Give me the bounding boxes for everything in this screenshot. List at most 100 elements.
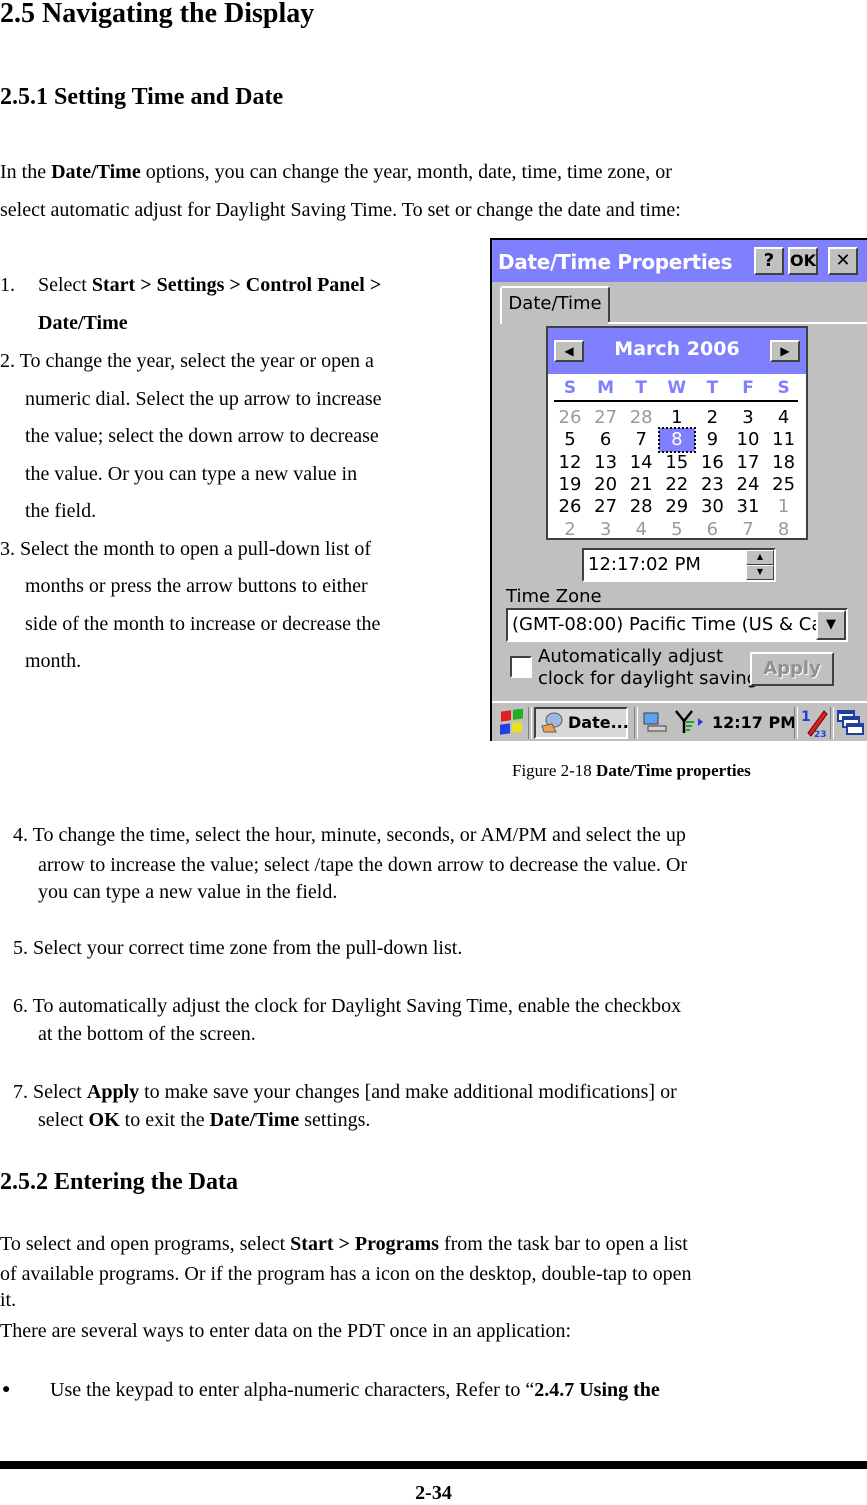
weekday-header: W (667, 378, 687, 398)
calendar-day[interactable]: 26 (552, 406, 588, 430)
next-month-button[interactable]: ▶ (770, 340, 800, 362)
calendar-day[interactable]: 21 (623, 473, 659, 497)
calendar-day[interactable]: 9 (694, 428, 730, 452)
step-2-line-5: the field. (25, 500, 97, 522)
calendar-day[interactable]: 8 (766, 518, 802, 542)
calendar-day[interactable]: 15 (659, 451, 695, 475)
calendar-day[interactable]: 5 (552, 428, 588, 452)
step-2-line-2: numeric dial. Select the up arrow to inc… (25, 388, 382, 410)
calendar-day[interactable]: 20 (588, 473, 624, 497)
calendar-day[interactable]: 3 (588, 518, 624, 542)
step-7-line-1: 7. Select Apply to make save your change… (13, 1081, 677, 1103)
calendar-day[interactable]: 10 (730, 428, 766, 452)
step-3-line-1: 3. Select the month to open a pull-down … (0, 538, 372, 560)
dst-label-line-1: Automatically adjust (538, 646, 724, 667)
timezone-dropdown-button[interactable]: ▼ (816, 610, 846, 640)
step-4-line-3: you can type a new value in the field. (38, 881, 338, 903)
taskbar-date-button[interactable]: Date... (534, 707, 629, 739)
taskbar: Date... 12:17 PM 1 23 (492, 701, 867, 741)
signal-strength-icon[interactable] (672, 709, 706, 739)
dst-checkbox-label[interactable]: Automatically adjust clock for daylight … (538, 646, 758, 690)
windows-logo-icon (500, 708, 523, 735)
calendar-day[interactable]: 19 (552, 473, 588, 497)
calendar-day[interactable]: 3 (730, 406, 766, 430)
calendar-divider (554, 400, 798, 402)
calendar-day[interactable]: 5 (659, 518, 695, 542)
time-input[interactable]: 12:17:02 PM ▲ ▼ (582, 548, 776, 582)
calendar: March 2006 ◀ ▶ SMTWTFS 26 27 28 1 2 3 4 5 6 7 8 9 10… (546, 326, 808, 540)
taskbar-separator (794, 707, 798, 739)
show-desktop-icon[interactable] (836, 709, 864, 741)
calendar-day[interactable]: 13 (588, 451, 624, 475)
intro-line-2: select automatic adjust for Daylight Sav… (0, 199, 681, 221)
calendar-day[interactable]: 28 (623, 495, 659, 519)
calendar-day[interactable]: 30 (694, 495, 730, 519)
weekday-header: T (706, 378, 719, 398)
section2-para-2: There are several ways to enter data on … (0, 1320, 572, 1342)
calendar-day[interactable]: 26 (552, 495, 588, 519)
taskbar-clock[interactable]: 12:17 PM (712, 713, 796, 732)
network-icon[interactable] (642, 709, 668, 739)
weekday-header: M (597, 378, 615, 398)
weekday-header: T (635, 378, 647, 398)
spin-up-icon: ▲ (756, 552, 764, 561)
calendar-day[interactable]: 24 (730, 473, 766, 497)
calendar-day[interactable]: 22 (659, 473, 695, 497)
calendar-day[interactable]: 14 (623, 451, 659, 475)
step-3-line-2: months or press the arrow buttons to eit… (25, 575, 368, 597)
calendar-day[interactable]: 4 (766, 406, 802, 430)
help-button[interactable]: ? (754, 247, 784, 275)
tab-date-time[interactable]: Date/Time (500, 286, 610, 324)
calendar-day[interactable]: 6 (588, 428, 624, 452)
calendar-day[interactable]: 6 (694, 518, 730, 542)
timezone-select[interactable]: (GMT-08:00) Pacific Time (US & Canada) ▼ (506, 608, 848, 642)
start-button[interactable] (498, 708, 526, 741)
dst-label-line-2: clock for daylight saving (538, 668, 759, 689)
calendar-day[interactable]: 11 (766, 428, 802, 452)
calendar-day[interactable]: 1 (766, 495, 802, 519)
time-spin-up[interactable]: ▲ (746, 550, 774, 565)
step-1-line-2: Date/Time (38, 312, 128, 334)
calendar-day[interactable]: 27 (588, 495, 624, 519)
calendar-day[interactable]: 25 (766, 473, 802, 497)
calendar-day[interactable]: 12 (552, 451, 588, 475)
page-number: 2-34 (415, 1482, 452, 1504)
time-spin-down[interactable]: ▼ (746, 565, 774, 580)
calendar-day[interactable]: 28 (623, 406, 659, 430)
calendar-day[interactable]: 27 (588, 406, 624, 430)
chevron-down-icon: ▼ (826, 617, 836, 632)
taskbar-date-label: Date... (568, 713, 629, 732)
taskbar-separator (634, 707, 638, 739)
dialog-title: Date/Time Properties (498, 250, 733, 274)
svg-text:23: 23 (814, 730, 827, 739)
weekday-header: S (777, 378, 790, 398)
calendar-day[interactable]: 2 (694, 406, 730, 430)
calendar-day[interactable]: 7 (623, 428, 659, 452)
close-button[interactable]: ✕ (828, 247, 858, 275)
ok-button[interactable]: OK (788, 247, 818, 275)
section-title-setting-time: 2.5.1 Setting Time and Date (0, 84, 284, 110)
calendar-day[interactable]: 31 (730, 495, 766, 519)
prev-month-button[interactable]: ◀ (554, 340, 584, 362)
calendar-day[interactable]: 7 (730, 518, 766, 542)
timezone-label: Time Zone (506, 586, 602, 607)
calendar-month-label[interactable]: March 2006 (548, 338, 806, 360)
bullet-icon: ● (2, 1382, 11, 1397)
calendar-day[interactable]: 2 (552, 518, 588, 542)
step-3-line-3: side of the month to increase or decreas… (25, 613, 381, 635)
calendar-day[interactable]: 17 (730, 451, 766, 475)
input-panel-icon[interactable]: 1 23 (800, 707, 828, 741)
calendar-day[interactable]: 16 (694, 451, 730, 475)
dst-checkbox[interactable] (510, 656, 532, 678)
calendar-day[interactable]: 1 (659, 406, 695, 430)
step-2-line-1: 2. To change the year, select the year o… (0, 350, 374, 372)
calendar-day-selected[interactable]: 8 (657, 427, 696, 454)
date-time-properties-dialog: Date/Time Properties ? OK ✕ Date/Time Ma… (490, 238, 867, 741)
arrow-right-icon: ▶ (780, 344, 790, 358)
calendar-day[interactable]: 23 (694, 473, 730, 497)
calendar-day[interactable]: 4 (623, 518, 659, 542)
apply-button[interactable]: Apply (750, 652, 834, 686)
calendar-day[interactable]: 29 (659, 495, 695, 519)
calendar-day[interactable]: 18 (766, 451, 802, 475)
footer-rule (0, 1461, 867, 1469)
